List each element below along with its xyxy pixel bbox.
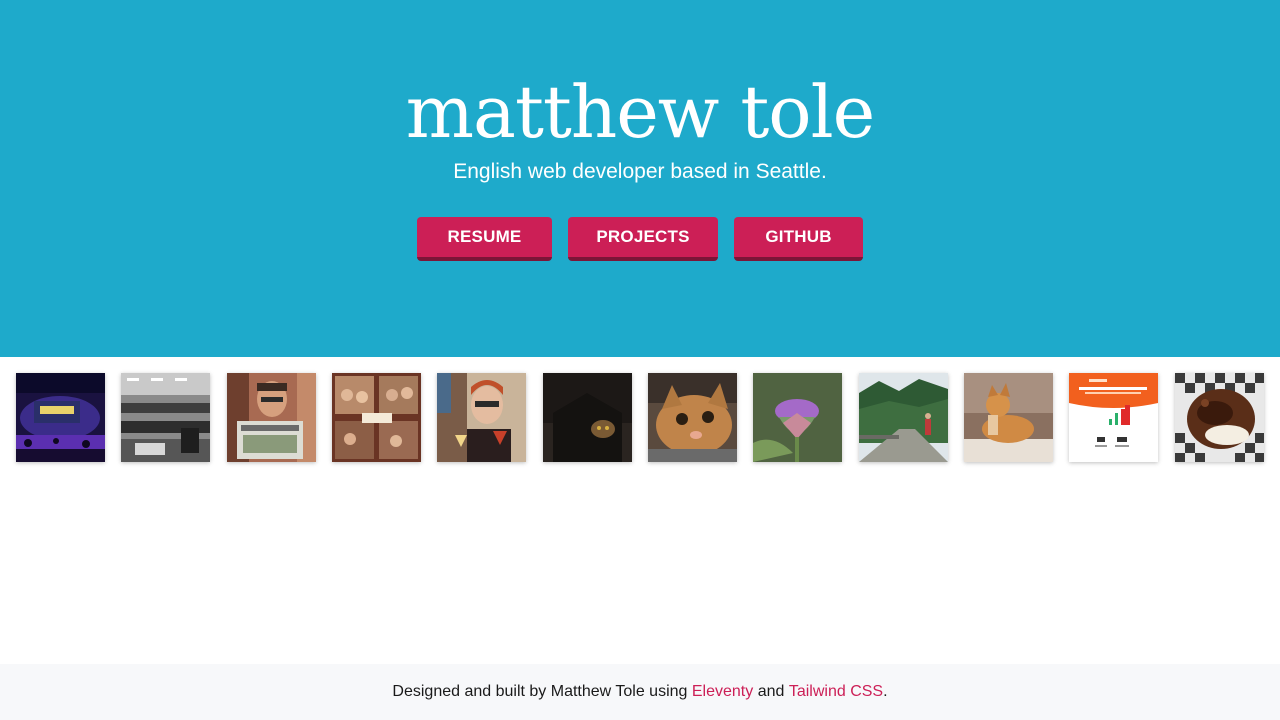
woman-with-drink-photo	[437, 373, 526, 462]
gallery-thumb-photo-booth[interactable]	[332, 373, 421, 462]
photo-gallery	[16, 373, 1264, 462]
hero-button-row: RESUME PROJECTS GITHUB	[0, 217, 1280, 261]
tailwind-css-link[interactable]: Tailwind CSS	[789, 683, 883, 701]
forest-trestle-photo	[859, 373, 948, 462]
concert-stage-photo	[16, 373, 105, 462]
dessert-photo	[1175, 373, 1264, 462]
github-button[interactable]: GITHUB	[734, 217, 863, 261]
artichoke-flower-photo	[753, 373, 842, 462]
projects-button[interactable]: PROJECTS	[568, 217, 718, 261]
cat-in-dark-photo	[543, 373, 632, 462]
footer-text-before: Designed and built by Matthew Tole using	[392, 683, 692, 700]
black-and-white-office-photo	[121, 373, 210, 462]
site-title: matthew tole	[405, 70, 875, 154]
gallery-thumb-woman-drink[interactable]	[437, 373, 526, 462]
gallery-thumb-cat-dark[interactable]	[543, 373, 632, 462]
infographic-screenshot	[1069, 373, 1158, 462]
resume-button[interactable]: RESUME	[417, 217, 552, 261]
man-holding-book-photo	[227, 373, 316, 462]
gallery-thumb-forest[interactable]	[859, 373, 948, 462]
gallery-thumb-dessert[interactable]	[1175, 373, 1264, 462]
site-footer: Designed and built by Matthew Tole using…	[0, 664, 1280, 720]
gallery-thumb-cat-sitting[interactable]	[964, 373, 1053, 462]
gallery-thumb-infographic[interactable]	[1069, 373, 1158, 462]
gallery-thumb-office[interactable]	[121, 373, 210, 462]
gallery-thumb-cat-closeup[interactable]	[648, 373, 737, 462]
cat-sitting-photo	[964, 373, 1053, 462]
gallery-thumb-man-book[interactable]	[227, 373, 316, 462]
gallery-thumb-concert[interactable]	[16, 373, 105, 462]
photo-booth-strip	[332, 373, 421, 462]
hero-banner: matthew tole English web developer based…	[0, 0, 1280, 357]
footer-text-after: .	[883, 683, 888, 700]
cat-closeup-photo	[648, 373, 737, 462]
gallery-thumb-artichoke[interactable]	[753, 373, 842, 462]
footer-text-middle: and	[753, 683, 789, 700]
site-tagline: English web developer based in Seattle.	[453, 160, 827, 183]
eleventy-link[interactable]: Eleventy	[692, 683, 753, 701]
